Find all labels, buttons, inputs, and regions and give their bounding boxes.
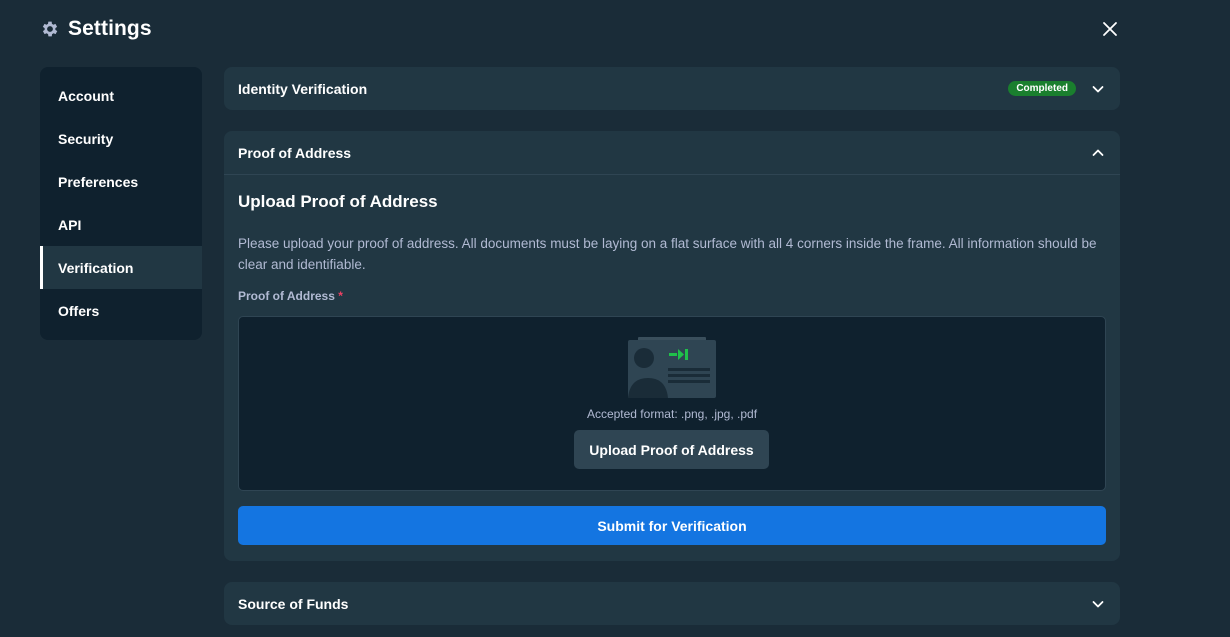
id-card-icon (628, 337, 716, 398)
panel-title: Source of Funds (238, 595, 349, 612)
settings-header: Settings (40, 14, 152, 44)
sidebar-item-label: Verification (58, 259, 134, 276)
panel-divider (224, 174, 1120, 175)
gear-icon (40, 19, 60, 39)
panel-title: Identity Verification (238, 80, 368, 97)
identity-verification-header[interactable]: Identity Verification Completed (224, 67, 1120, 110)
panel-title: Proof of Address (238, 144, 352, 161)
sidebar-item-offers[interactable]: Offers (40, 289, 202, 332)
sidebar-item-preferences[interactable]: Preferences (40, 160, 202, 203)
sidebar-item-label: Preferences (58, 173, 139, 190)
sidebar-item-api[interactable]: API (40, 203, 202, 246)
field-label: Proof of Address * (238, 289, 1106, 303)
page-title: Settings (68, 17, 152, 40)
chevron-down-icon[interactable] (1090, 596, 1106, 612)
status-badge: Completed (1008, 81, 1076, 96)
submit-verification-button[interactable]: Submit for Verification (238, 506, 1106, 545)
field-label-text: Proof of Address (238, 289, 335, 303)
upload-dropzone[interactable]: Accepted format: .png, .jpg, .pdf Upload… (238, 316, 1106, 491)
upload-description: Please upload your proof of address. All… (238, 236, 1097, 272)
sidebar-item-account[interactable]: Account (40, 74, 202, 117)
chevron-down-icon[interactable] (1090, 81, 1106, 97)
proof-of-address-body: Upload Proof of Address Please upload yo… (224, 192, 1120, 545)
sidebar-item-label: Account (58, 87, 114, 104)
identity-verification-panel: Identity Verification Completed (224, 67, 1120, 110)
required-mark: * (338, 289, 343, 303)
close-icon (1103, 22, 1117, 36)
sidebar-item-label: API (58, 216, 82, 233)
sidebar-item-label: Security (58, 130, 114, 147)
proof-of-address-header[interactable]: Proof of Address (224, 131, 1120, 174)
settings-page: Settings Account Security Preferences AP… (0, 0, 1230, 637)
chevron-up-icon[interactable] (1090, 145, 1106, 161)
accepted-formats: Accepted format: .png, .jpg, .pdf (586, 407, 758, 421)
proof-of-address-panel: Proof of Address Upload Proof of Address… (224, 131, 1120, 561)
sidebar-item-verification[interactable]: Verification (40, 246, 202, 289)
source-of-funds-header[interactable]: Source of Funds (224, 582, 1120, 625)
sidebar-item-label: Offers (58, 302, 100, 319)
sidebar-item-security[interactable]: Security (40, 117, 202, 160)
upload-title: Upload Proof of Address (238, 192, 438, 211)
settings-sidebar: Account Security Preferences API Verific… (40, 67, 202, 340)
source-of-funds-panel: Source of Funds (224, 582, 1120, 625)
close-button[interactable] (1098, 17, 1122, 41)
panel-header-right: Completed (1008, 81, 1106, 97)
upload-proof-button[interactable]: Upload Proof of Address (574, 430, 769, 469)
